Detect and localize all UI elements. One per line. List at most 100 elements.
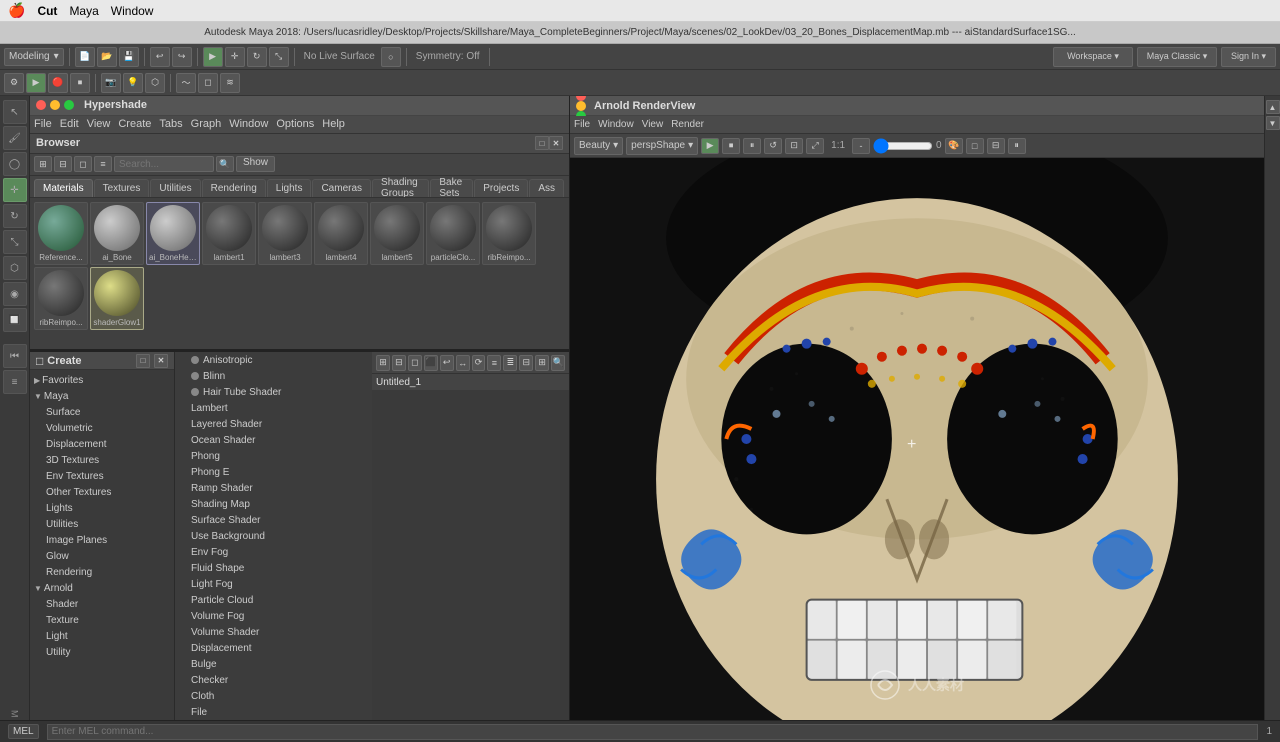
select-btn[interactable]: ▶ xyxy=(203,47,223,67)
ne-btn-9[interactable]: ≣ xyxy=(503,355,517,371)
hs-menu-graph[interactable]: Graph xyxy=(191,118,222,130)
workspace-dropdown[interactable]: Workspace ▾ xyxy=(1053,47,1133,67)
beauty-dropdown[interactable]: Beauty ▾ xyxy=(574,137,623,155)
open-btn[interactable]: 📂 xyxy=(97,47,117,67)
tree-arnold-utility[interactable]: Utility xyxy=(30,644,174,660)
history-btn[interactable]: ⏮ xyxy=(3,344,27,368)
hs-menu-window[interactable]: Window xyxy=(229,118,268,130)
render-btn[interactable]: ▶ xyxy=(26,73,46,93)
manip-tool[interactable]: ⬡ xyxy=(3,256,27,280)
tree-surface[interactable]: Surface xyxy=(30,404,174,420)
shader-shading-map[interactable]: Shading Map xyxy=(175,496,372,512)
search-icon[interactable]: 🔍 xyxy=(216,156,234,172)
layer-btn[interactable]: ≡ xyxy=(3,370,27,394)
hs-menu-edit[interactable]: Edit xyxy=(60,118,79,130)
tree-lights[interactable]: Lights xyxy=(30,500,174,516)
select-tool[interactable]: ↖ xyxy=(3,100,27,124)
tree-envtex[interactable]: Env Textures xyxy=(30,468,174,484)
rv-pause-btn[interactable]: ⏸ xyxy=(743,138,761,154)
tree-arnold-light[interactable]: Light xyxy=(30,628,174,644)
hs-menu-help[interactable]: Help xyxy=(322,118,345,130)
hs-menu-file[interactable]: File xyxy=(34,118,52,130)
rv-menu-window[interactable]: Window xyxy=(598,119,634,130)
rotate-tool-side[interactable]: ↻ xyxy=(3,204,27,228)
menu-maya[interactable]: Maya xyxy=(69,4,98,18)
deform-btn[interactable]: ≋ xyxy=(220,73,240,93)
lasso-tool[interactable]: ◯ xyxy=(3,152,27,176)
rv-close-btn[interactable] xyxy=(576,96,586,101)
ne-btn-3[interactable]: ◻ xyxy=(408,355,422,371)
shader-blinn[interactable]: Blinn xyxy=(175,368,372,384)
tab-utilities[interactable]: Utilities xyxy=(150,179,200,197)
shader-checker[interactable]: Checker xyxy=(175,672,372,688)
tree-arnold-texture[interactable]: Texture xyxy=(30,612,174,628)
shader-displacement[interactable]: Displacement xyxy=(175,640,372,656)
ne-btn-1[interactable]: ⊞ xyxy=(376,355,390,371)
tree-imageplanes[interactable]: Image Planes xyxy=(30,532,174,548)
move-btn[interactable]: ✛ xyxy=(225,47,245,67)
shader-ramp-shader[interactable]: Ramp Shader xyxy=(175,480,372,496)
create-float-btn[interactable]: □ xyxy=(136,354,150,368)
expand-icon[interactable]: □ xyxy=(36,354,43,368)
rv-menu-render[interactable]: Render xyxy=(671,119,704,130)
ipr-btn[interactable]: 🔴 xyxy=(48,73,68,93)
ne-btn-4[interactable]: ⬛ xyxy=(424,355,438,371)
rv-min-btn[interactable] xyxy=(576,101,586,111)
tree-maya[interactable]: ▼ Maya xyxy=(30,388,174,404)
live-btn[interactable]: ○ xyxy=(381,47,401,67)
mode-dropdown[interactable]: Modeling ▾ xyxy=(4,48,64,66)
camera-btn[interactable]: 📷 xyxy=(101,73,121,93)
move-tool-side[interactable]: ✛ xyxy=(3,178,27,202)
soft-mod[interactable]: ◉ xyxy=(3,282,27,306)
material-item-5[interactable]: lambert4 xyxy=(314,202,368,265)
render-settings-btn[interactable]: ⚙ xyxy=(4,73,24,93)
tab-shading-groups[interactable]: Shading Groups xyxy=(372,179,429,197)
rv-menu-view[interactable]: View xyxy=(642,119,664,130)
scale-btn[interactable]: ⤡ xyxy=(269,47,289,67)
rotate-btn[interactable]: ↻ xyxy=(247,47,267,67)
ne-btn-5[interactable]: ↩ xyxy=(440,355,454,371)
hs-menu-create[interactable]: Create xyxy=(118,118,151,130)
ne-btn-10[interactable]: ⊟ xyxy=(519,355,533,371)
command-line-input[interactable] xyxy=(47,724,1259,740)
shader-light-fog[interactable]: Light Fog xyxy=(175,576,372,592)
tree-glow[interactable]: Glow xyxy=(30,548,174,564)
hs-menu-view[interactable]: View xyxy=(87,118,111,130)
browser-float-btn[interactable]: □ xyxy=(535,136,549,150)
browser-tb-4[interactable]: ≡ xyxy=(94,156,112,172)
shader-fluid-shape[interactable]: Fluid Shape xyxy=(175,560,372,576)
redo-btn[interactable]: ↪ xyxy=(172,47,192,67)
material-item-0[interactable]: Reference... xyxy=(34,202,88,265)
tab-cameras[interactable]: Cameras xyxy=(312,179,371,197)
tree-3dtextures[interactable]: 3D Textures xyxy=(30,452,174,468)
shader-lambert[interactable]: Lambert xyxy=(175,400,372,416)
tree-favorites[interactable]: ▶ Favorites xyxy=(30,372,174,388)
tree-displacement[interactable]: Displacement xyxy=(30,436,174,452)
ne-btn-11[interactable]: ⊞ xyxy=(535,355,549,371)
browser-search-input[interactable] xyxy=(114,156,214,172)
rv-render-btn[interactable]: ▶ xyxy=(701,138,719,154)
scale-tool-side[interactable]: ⤡ xyxy=(3,230,27,254)
material-item-1[interactable]: ai_Bone xyxy=(90,202,144,265)
tab-rendering[interactable]: Rendering xyxy=(202,179,266,197)
close-btn[interactable] xyxy=(36,100,46,110)
create-close-btn[interactable]: ✕ xyxy=(154,354,168,368)
rv-reset-btn[interactable]: ↺ xyxy=(764,138,782,154)
rv-zoom-fit[interactable]: ⤢ xyxy=(806,138,824,154)
tab-projects[interactable]: Projects xyxy=(474,179,528,197)
minimize-btn[interactable] xyxy=(50,100,60,110)
material-item-2[interactable]: ai_BoneHead xyxy=(146,202,200,265)
shader-volume-shader[interactable]: Volume Shader xyxy=(175,624,372,640)
browser-close-btn[interactable]: ✕ xyxy=(549,136,563,150)
shader-anisotropic[interactable]: Anisotropic xyxy=(175,352,372,368)
shader-env-fog[interactable]: Env Fog xyxy=(175,544,372,560)
sign-in-btn[interactable]: Sign In ▾ xyxy=(1221,47,1276,67)
rv-fit-btn[interactable]: ⊡ xyxy=(785,138,803,154)
render-progress-slider[interactable] xyxy=(873,138,933,154)
classic-dropdown[interactable]: Maya Classic ▾ xyxy=(1137,47,1217,67)
tab-materials[interactable]: Materials xyxy=(34,179,93,197)
material-item-10[interactable]: shaderGlow1 xyxy=(90,267,144,330)
hs-menu-tabs[interactable]: Tabs xyxy=(159,118,182,130)
rt-btn-2[interactable]: ▼ xyxy=(1266,116,1280,130)
tab-bake-sets[interactable]: Bake Sets xyxy=(430,179,473,197)
